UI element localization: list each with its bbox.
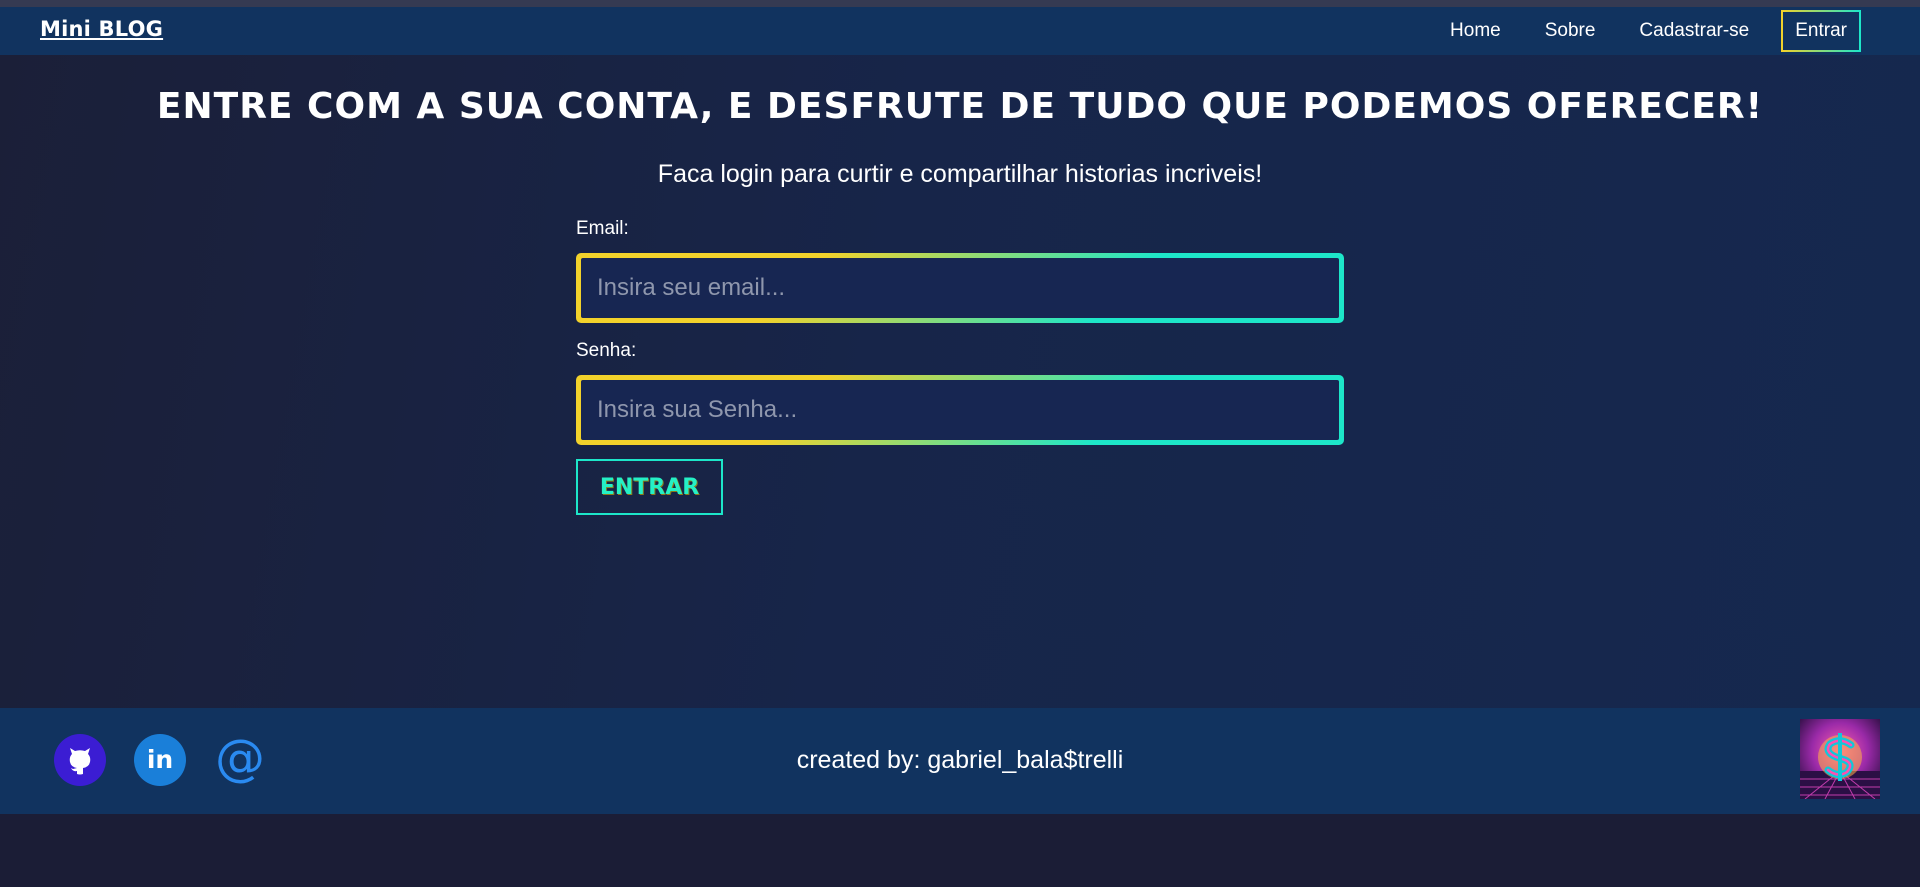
password-label: Senha: xyxy=(576,340,637,361)
window-top-border xyxy=(0,0,1920,7)
nav-links: Home Sobre Cadastrar-se Entrar xyxy=(1406,10,1861,52)
password-field[interactable] xyxy=(581,380,1339,440)
dollar-sign-avatar-icon xyxy=(1800,719,1880,799)
email-label: Email: xyxy=(576,218,629,239)
email-field[interactable] xyxy=(581,258,1339,318)
nav-link-sobre[interactable]: Sobre xyxy=(1545,12,1596,50)
email-field-border xyxy=(576,253,1344,323)
avatar-art xyxy=(1800,733,1880,799)
nav-link-home[interactable]: Home xyxy=(1450,12,1501,50)
brand-logo-link[interactable]: Mini BLOG xyxy=(40,17,163,41)
footer-credit: created by: gabriel_bala$trelli xyxy=(796,746,1124,774)
navbar: Mini BLOG Home Sobre Cadastrar-se Entrar xyxy=(0,7,1920,55)
nav-link-cadastrar[interactable]: Cadastrar-se xyxy=(1639,12,1749,50)
password-field-border xyxy=(576,375,1344,445)
nav-link-entrar[interactable]: Entrar xyxy=(1781,10,1861,52)
footer: in @ created by: gabriel_bala$trelli xyxy=(0,708,1920,814)
page-subtitle: Faca login para curtir e compartilhar hi… xyxy=(657,160,1263,188)
page-title: ENTRE COM A SUA CONTA, E DESFRUTE DE TUD… xyxy=(156,86,1764,127)
entrar-submit-button[interactable]: ENTRAR xyxy=(576,459,723,515)
page-bottom-area xyxy=(0,814,1920,887)
